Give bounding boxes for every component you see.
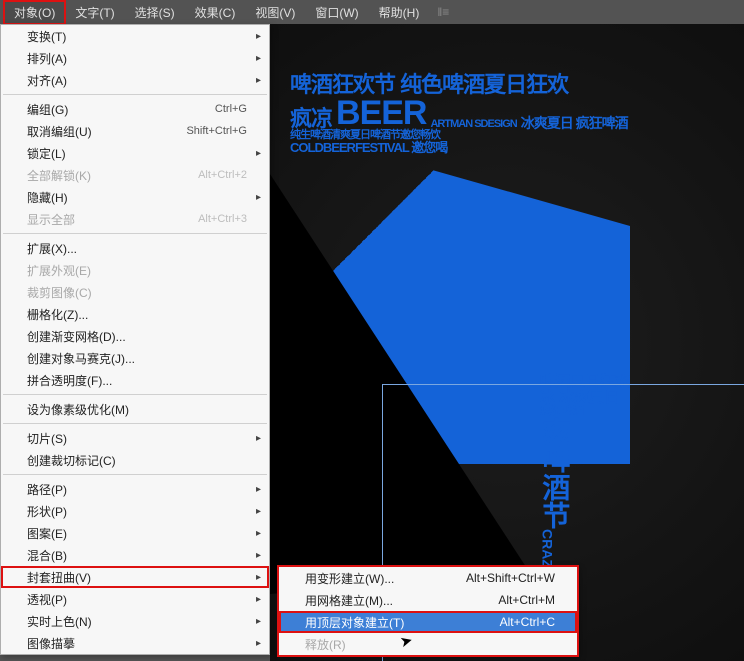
menu-item-label: 排列(A): [27, 50, 67, 67]
menu-item-shortcut: Shift+Ctrl+G: [186, 125, 247, 137]
menu-item[interactable]: 设为像素级优化(M): [1, 398, 269, 420]
menu-item-label: 图像描摹: [27, 635, 75, 652]
menubar-item-0[interactable]: 对象(O): [4, 1, 65, 24]
menubar-item-3[interactable]: 效果(C): [185, 1, 246, 24]
menu-item-label: 裁剪图像(C): [27, 284, 92, 301]
menu-item[interactable]: 隐藏(H): [1, 186, 269, 208]
menu-item[interactable]: 形状(P): [1, 500, 269, 522]
art-line1: 啤酒狂欢节 纯色啤酒夏日狂欢: [290, 74, 630, 96]
menu-item[interactable]: 路径(P): [1, 478, 269, 500]
menu-item[interactable]: 扩展(X)...: [1, 237, 269, 259]
menu-item-label: 图案(E): [27, 525, 67, 542]
submenu-item[interactable]: 用顶层对象建立(T) Alt+Ctrl+C: [279, 611, 577, 633]
menu-item[interactable]: 创建渐变网格(D)...: [1, 325, 269, 347]
menu-item-label: 创建渐变网格(D)...: [27, 328, 126, 345]
menu-separator: [3, 394, 267, 395]
menu-item-label: 路径(P): [27, 481, 67, 498]
menu-item-label: 创建对象马赛克(J)...: [27, 350, 135, 367]
menubar-item-6[interactable]: 帮助(H): [369, 1, 430, 24]
menu-item-label: 拼合透明度(F)...: [27, 372, 112, 389]
menu-item[interactable]: 栅格化(Z)...: [1, 303, 269, 325]
menu-item[interactable]: 图像描摹: [1, 632, 269, 654]
menu-item-label: 变换(T): [27, 28, 66, 45]
menu-item-label: 锁定(L): [27, 145, 66, 162]
submenu-item[interactable]: 用变形建立(W)... Alt+Shift+Ctrl+W: [279, 567, 577, 589]
submenu-item-shortcut: Alt+Ctrl+M: [498, 593, 555, 607]
menu-item-label: 取消编组(U): [27, 123, 92, 140]
menu-item[interactable]: 封套扭曲(V): [1, 566, 269, 588]
menu-item[interactable]: 锁定(L): [1, 142, 269, 164]
submenu-item-label: 释放(R): [305, 636, 346, 653]
menu-separator: [3, 423, 267, 424]
art-l2b: BEER: [336, 96, 426, 130]
submenu-item: 释放(R): [279, 633, 577, 655]
submenu-item-label: 用网格建立(M)...: [305, 592, 393, 609]
menu-item[interactable]: 拼合透明度(F)...: [1, 369, 269, 391]
menu-item-label: 扩展(X)...: [27, 240, 77, 257]
menu-item-label: 透视(P): [27, 591, 67, 608]
menu-item[interactable]: 排列(A): [1, 47, 269, 69]
menu-item-label: 形状(P): [27, 503, 67, 520]
menu-item-label: 全部解锁(K): [27, 167, 91, 184]
menubar-item-5[interactable]: 窗口(W): [305, 1, 368, 24]
envelope-distort-submenu[interactable]: 用变形建立(W)... Alt+Shift+Ctrl+W 用网格建立(M)... Al…: [278, 566, 578, 656]
menu-item-label: 设为像素级优化(M): [27, 401, 129, 418]
menu-item-label: 实时上色(N): [27, 613, 92, 630]
menu-item[interactable]: 对齐(A): [1, 69, 269, 91]
menu-item-label: 编组(G): [27, 101, 68, 118]
menu-item: 扩展外观(E): [1, 259, 269, 281]
art-l2f: 冰爽夏日 疯狂啤酒: [521, 116, 628, 130]
menu-item-label: 创建裁切标记(C): [27, 452, 116, 469]
menu-item: 全部解锁(K) Alt+Ctrl+2: [1, 164, 269, 186]
menubar-sep-icon: ‖≡: [437, 5, 449, 19]
object-menu-dropdown[interactable]: 变换(T) 排列(A) 对齐(A) 编组(G) Ctrl+G 取消编组(U) Shift+C…: [0, 24, 270, 655]
menu-item[interactable]: 实时上色(N): [1, 610, 269, 632]
menu-item-label: 对齐(A): [27, 72, 67, 89]
submenu-item-shortcut: Alt+Ctrl+C: [500, 615, 555, 629]
menu-item-label: 封套扭曲(V): [27, 569, 91, 586]
menu-item: 裁剪图像(C): [1, 281, 269, 303]
menu-item-shortcut: Alt+Ctrl+2: [198, 169, 247, 181]
menu-item-label: 显示全部: [27, 211, 75, 228]
menu-separator: [3, 94, 267, 95]
menu-item[interactable]: 创建对象马赛克(J)...: [1, 347, 269, 369]
menubar-item-1[interactable]: 文字(T): [65, 1, 124, 24]
menu-item[interactable]: 取消编组(U) Shift+Ctrl+G: [1, 120, 269, 142]
art-l2l: 疯凉: [290, 108, 332, 130]
menu-separator: [3, 474, 267, 475]
menu-item[interactable]: 混合(B): [1, 544, 269, 566]
menu-item-shortcut: Ctrl+G: [215, 103, 247, 115]
submenu-item-label: 用顶层对象建立(T): [305, 614, 404, 631]
menu-item[interactable]: 切片(S): [1, 427, 269, 449]
menu-item-label: 栅格化(Z)...: [27, 306, 88, 323]
menu-item-label: 混合(B): [27, 547, 67, 564]
menu-item[interactable]: 创建裁切标记(C): [1, 449, 269, 471]
menu-item[interactable]: 编组(G) Ctrl+G: [1, 98, 269, 120]
menu-item-label: 扩展外观(E): [27, 262, 91, 279]
menu-item[interactable]: 变换(T): [1, 25, 269, 47]
menubar-item-4[interactable]: 视图(V): [245, 1, 305, 24]
submenu-item-label: 用变形建立(W)...: [305, 570, 394, 587]
submenu-item-shortcut: Alt+Shift+Ctrl+W: [466, 571, 555, 585]
art-l2r: ARTMAN SDESIGN: [430, 119, 516, 130]
menu-separator: [3, 233, 267, 234]
menu-item[interactable]: 透视(P): [1, 588, 269, 610]
submenu-item[interactable]: 用网格建立(M)... Alt+Ctrl+M: [279, 589, 577, 611]
menu-item: 显示全部 Alt+Ctrl+3: [1, 208, 269, 230]
menu-item-label: 隐藏(H): [27, 189, 68, 206]
menu-item-label: 切片(S): [27, 430, 67, 447]
menu-item[interactable]: 图案(E): [1, 522, 269, 544]
menubar: 对象(O)文字(T)选择(S)效果(C)视图(V)窗口(W)帮助(H) ‖≡: [0, 0, 744, 24]
menu-item-shortcut: Alt+Ctrl+3: [198, 213, 247, 225]
menubar-item-2[interactable]: 选择(S): [125, 1, 185, 24]
